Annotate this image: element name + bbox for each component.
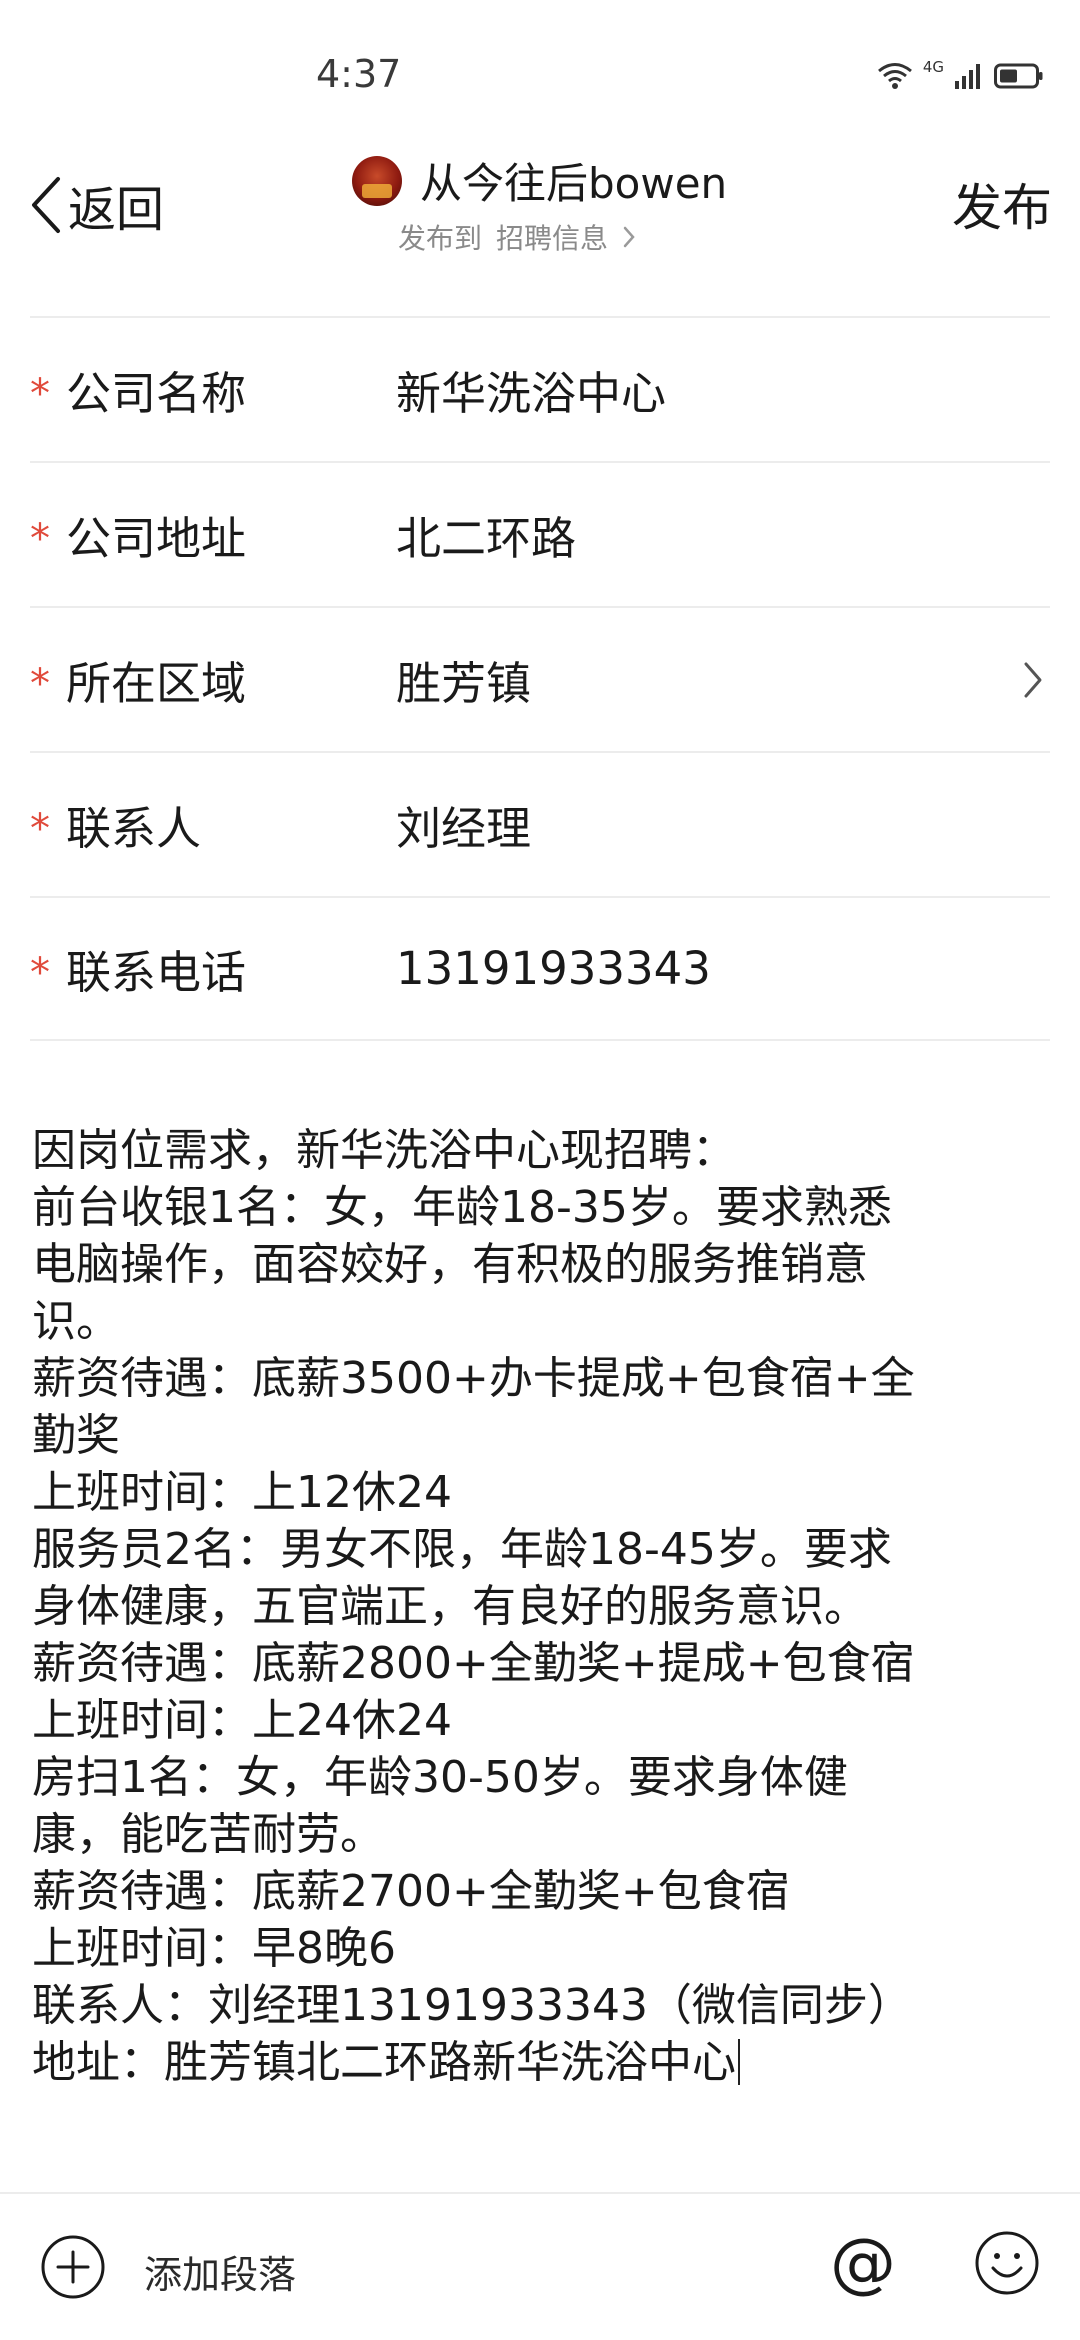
back-button[interactable]: 返回 xyxy=(28,170,164,240)
body-line: 识。 xyxy=(32,1296,120,1347)
network-type-label: 4G xyxy=(922,58,944,76)
publish-to-selector[interactable]: 发布到 招聘信息 xyxy=(398,217,772,257)
form-row-company-name[interactable]: * 公司名称 新华洗浴中心 xyxy=(30,316,1050,461)
form-row-company-address[interactable]: * 公司地址 北二环路 xyxy=(30,461,1050,606)
required-mark: * xyxy=(30,660,50,707)
publish-to-target: 招聘信息 xyxy=(496,222,609,255)
body-line: 上班时间：上24休24 xyxy=(32,1695,452,1746)
body-line: 勤奖 xyxy=(32,1410,120,1461)
signal-icon xyxy=(955,64,980,89)
job-form: * 公司名称 新华洗浴中心 * 公司地址 北二环路 * 所在区域 胜芳镇 * 联… xyxy=(30,316,1050,1041)
post-target-header[interactable]: 从今往后bowen 发布到 招聘信息 xyxy=(352,150,772,257)
chevron-left-icon xyxy=(32,177,60,233)
add-paragraph-button[interactable]: 添加段落 xyxy=(144,2244,296,2299)
back-label: 返回 xyxy=(68,182,165,238)
body-line: 电脑操作，面容姣好，有积极的服务推销意 xyxy=(32,1239,868,1290)
form-label: 联系电话 xyxy=(66,946,247,999)
status-bar: 4:37 4G xyxy=(0,0,1080,130)
body-line: 上班时间：上12休24 xyxy=(32,1467,452,1518)
body-line: 薪资待遇：底薪3500+办卡提成+包食宿+全 xyxy=(32,1353,915,1404)
company-address-field[interactable]: 北二环路 xyxy=(396,502,576,567)
body-line: 薪资待遇：底薪2800+全勤奖+提成+包食宿 xyxy=(32,1638,915,1689)
required-mark: * xyxy=(30,805,50,852)
form-label: 所在区域 xyxy=(66,657,247,710)
company-name-field[interactable]: 新华洗浴中心 xyxy=(396,357,666,422)
body-line: 前台收银1名：女，年龄18-35岁。要求熟悉 xyxy=(32,1182,892,1233)
add-paragraph-icon[interactable] xyxy=(40,2234,106,2300)
body-line: 身体健康，五官端正，有良好的服务意识。 xyxy=(32,1581,868,1632)
form-label: 公司名称 xyxy=(66,367,247,420)
emoji-icon[interactable] xyxy=(974,2230,1040,2296)
publish-to-prefix: 发布到 xyxy=(398,222,483,255)
form-row-phone[interactable]: * 联系电话 13191933343 xyxy=(30,896,1050,1041)
phone-field[interactable]: 13191933343 xyxy=(396,942,711,995)
body-line: 服务员2名：男女不限，年龄18-45岁。要求 xyxy=(32,1524,892,1575)
body-line: 因岗位需求，新华洗浴中心现招聘： xyxy=(32,1125,736,1176)
body-line: 联系人：刘经理13191933343（微信同步） xyxy=(32,1980,912,2031)
mention-icon[interactable]: @ xyxy=(830,2224,896,2301)
publish-button[interactable]: 发布 xyxy=(952,168,1052,240)
required-mark: * xyxy=(30,949,50,996)
body-line-last: 地址：胜芳镇北二环路新华洗浴中心 xyxy=(32,2034,982,2091)
account-name: 从今往后bowen xyxy=(420,159,728,208)
battery-icon xyxy=(994,63,1043,89)
form-row-region[interactable]: * 所在区域 胜芳镇 xyxy=(30,606,1050,751)
body-line: 上班时间：早8晚6 xyxy=(32,1923,396,1974)
form-row-contact[interactable]: * 联系人 刘经理 xyxy=(30,751,1050,896)
region-selector[interactable]: 胜芳镇 xyxy=(396,647,531,712)
text-caret xyxy=(738,2039,740,2085)
contact-field[interactable]: 刘经理 xyxy=(396,792,531,857)
body-line: 康，能吃苦耐劳。 xyxy=(32,1809,384,1860)
body-line: 薪资待遇：底薪2700+全勤奖+包食宿 xyxy=(32,1866,790,1917)
status-icons: 4G xyxy=(877,56,1044,96)
chevron-right-icon[interactable] xyxy=(1022,660,1044,700)
required-mark: * xyxy=(30,370,50,417)
bottom-toolbar: 添加段落 @ xyxy=(0,2192,1080,2340)
form-label: 联系人 xyxy=(66,802,202,855)
header: 返回 从今往后bowen 发布到 招聘信息 发布 xyxy=(0,130,1080,280)
post-body-editor[interactable]: 因岗位需求，新华洗浴中心现招聘： 前台收银1名：女，年龄18-35岁。要求熟悉 … xyxy=(32,1122,982,2091)
wifi-icon xyxy=(877,63,912,89)
required-mark: * xyxy=(30,515,50,562)
chevron-right-icon xyxy=(623,226,635,248)
body-line-text: 地址：胜芳镇北二环路新华洗浴中心 xyxy=(32,2037,736,2088)
form-label: 公司地址 xyxy=(66,512,247,565)
body-line: 房扫1名：女，年龄30-50岁。要求身体健 xyxy=(32,1752,848,1803)
status-time: 4:37 xyxy=(316,52,402,96)
avatar xyxy=(352,155,402,206)
